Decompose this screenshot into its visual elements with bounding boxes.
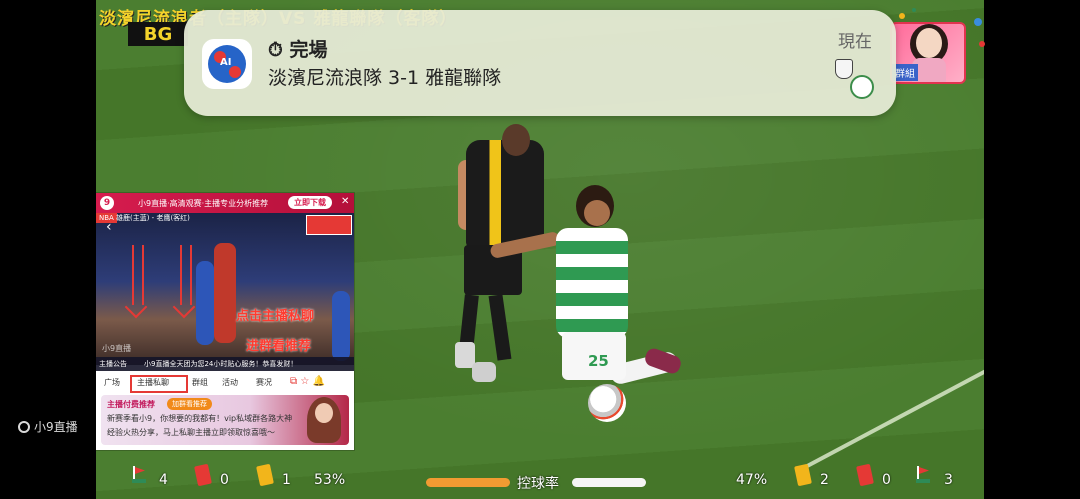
tab-groups[interactable]: 群组: [192, 377, 208, 388]
pip-overlay-text-1: 点击主播私聊: [236, 309, 315, 324]
pip-banner-text: 小9直播·高清观赛·主播专业分析推荐: [138, 199, 269, 208]
player-number: 25: [588, 352, 609, 370]
player-yellow-black: [466, 140, 544, 248]
away-corners: 3: [944, 472, 953, 488]
player-green-white: [556, 228, 628, 338]
highlight-box: [130, 375, 188, 393]
letterbox-right: [984, 0, 1080, 499]
tab-match-status[interactable]: 赛况: [256, 377, 272, 388]
home-red-cards: 0: [220, 472, 229, 488]
yellow-card-icon: [794, 463, 812, 487]
red-card-icon: [194, 463, 212, 487]
away-red-cards: 0: [882, 472, 891, 488]
pip-player-red: [214, 243, 236, 343]
pip-player-blue: [332, 291, 350, 361]
away-team-crest-icon: [850, 75, 874, 99]
notification-title: ⏱ 完場: [268, 35, 327, 62]
pip-top-banner[interactable]: 9 小9直播·高清观赛·主播专业分析推荐 立即下载 ✕: [96, 193, 354, 213]
ticker-label: 主播公告: [99, 360, 127, 368]
promo-model-face: [315, 403, 333, 423]
pip-tabs: 广场 主播私聊 群组 活动 赛况 ⧉ ☆ 🔔: [96, 373, 354, 393]
home-yellow-cards: 1: [282, 472, 291, 488]
notification-body: 淡濱尼流浪隊 3-1 雅龍聯隊: [268, 67, 502, 89]
pip-ad-window[interactable]: 9 小9直播·高清观赛·主播专业分析推荐 立即下载 ✕ NBA 雄鹿(主蓝) -…: [96, 193, 354, 450]
tab-plaza[interactable]: 广场: [104, 377, 120, 388]
pip-promo-card[interactable]: 主播付费推荐 加群看推荐 新赛季看小9，你想要的我都有！vip私域群各路大神 经…: [101, 395, 349, 445]
pip-overlay-text-2: 进群看推荐: [246, 339, 312, 354]
tab-events[interactable]: 活动: [222, 377, 238, 388]
corner-flag-icon: [916, 466, 930, 483]
pip-action-icons[interactable]: ⧉ ☆ 🔔: [290, 376, 325, 387]
player-head: [502, 124, 530, 156]
notification-title-text: 完場: [289, 39, 328, 61]
close-icon[interactable]: ✕: [341, 196, 349, 207]
ticker-text: 小9直播全天团为您24小时贴心服务！恭喜发财！: [144, 360, 298, 368]
away-yellow-cards: 2: [820, 472, 829, 488]
home-possession: 53%: [314, 472, 346, 488]
player-face: [584, 200, 610, 226]
pitch-line: [795, 315, 984, 474]
pip-mini-ad[interactable]: [306, 215, 352, 235]
pip-teams: 雄鹿(主蓝) - 老鹰(客红): [116, 214, 190, 222]
stopwatch-icon: ⏱: [268, 39, 283, 61]
home-corners: 4: [159, 472, 168, 488]
yellow-card-icon: [256, 463, 274, 487]
football-ai-app-icon: AI: [202, 39, 252, 89]
pip-video-watermark: 小9直播: [102, 344, 132, 353]
promo-line-2: 经验火热分享，马上私聊主播立即领取惊喜哦～: [107, 428, 275, 437]
match-stats-bar: 4 0 1 53% 控球率 47% 2 0 3: [96, 462, 984, 499]
back-arrow-icon[interactable]: ‹: [106, 219, 112, 235]
xiao9-logo-icon: [18, 421, 30, 433]
player-boot: [472, 362, 496, 382]
app-watermark: 小9直播: [18, 418, 78, 435]
video-player[interactable]: 25 淡濱尼流浪者（主隊）VS 雅龍聯隊（客隊） BG 群組 AI ⏱ 完場 淡…: [0, 0, 1080, 499]
possession-label: 控球率: [517, 476, 559, 492]
notification-time: 現在: [838, 32, 872, 52]
pip-video[interactable]: NBA 雄鹿(主蓝) - 老鹰(客红) ‹ 点击主播私聊 进群看推荐 小9直播: [96, 213, 354, 365]
away-possession: 47%: [736, 472, 768, 488]
red-card-icon: [856, 463, 874, 487]
pip-player-blue: [196, 261, 214, 345]
sponsor-logo: BG: [128, 22, 188, 46]
promo-line-1: 新赛季看小9，你想要的我都有！vip私域群各路大神: [107, 414, 293, 423]
home-possession-bar: [426, 478, 510, 487]
away-possession-bar: [572, 478, 646, 487]
ad-model-face: [916, 28, 942, 58]
promo-heading: 主播付费推荐: [107, 400, 155, 409]
corner-flag-icon: [132, 466, 146, 483]
promo-tag-button[interactable]: 加群看推荐: [167, 398, 212, 410]
score-notification[interactable]: AI ⏱ 完場 淡濱尼流浪隊 3-1 雅龍聯隊 現在: [184, 10, 896, 116]
football: [588, 384, 626, 422]
xiao9-logo-icon: 9: [100, 196, 114, 210]
download-button[interactable]: 立即下载: [288, 196, 332, 209]
pip-announcement-ticker: 主播公告 小9直播全天团为您24小时贴心服务！恭喜发财！: [96, 357, 354, 371]
home-team-crest-icon: [835, 59, 853, 79]
ad-banner-top-right[interactable]: 群組: [890, 22, 966, 84]
